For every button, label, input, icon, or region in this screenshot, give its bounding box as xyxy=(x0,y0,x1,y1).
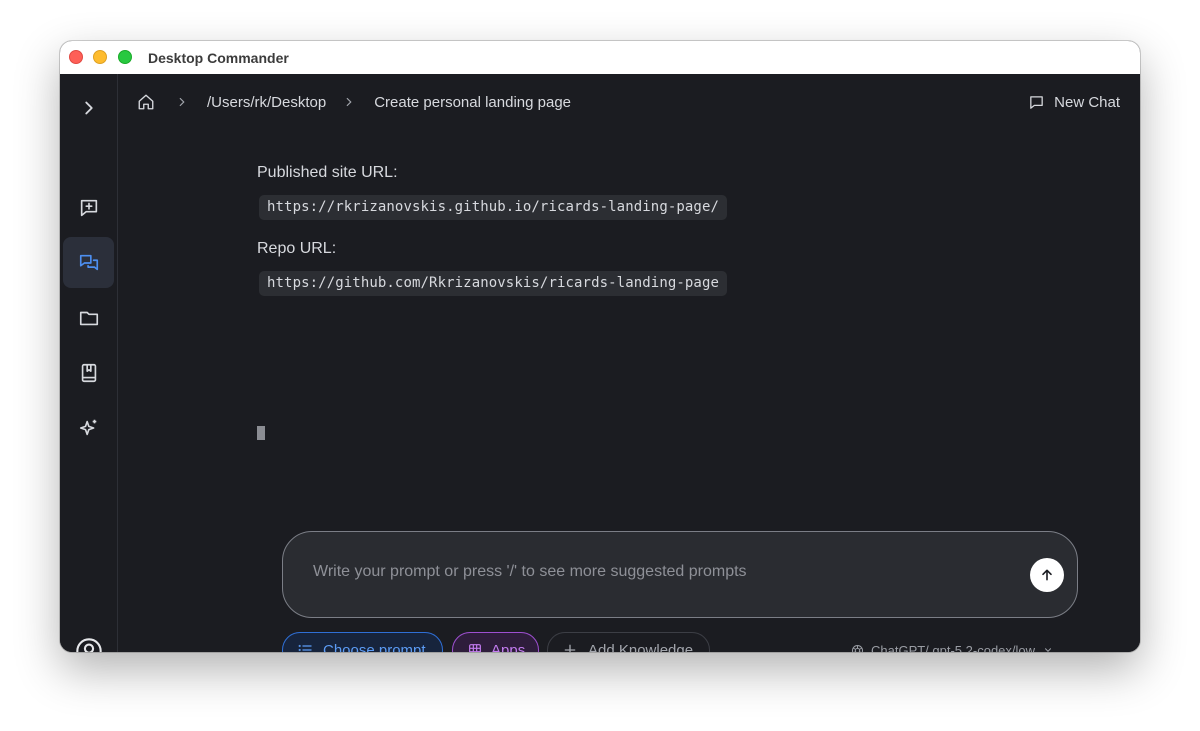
close-window-button[interactable] xyxy=(69,50,83,64)
chevron-right-icon xyxy=(179,97,185,107)
grid-icon xyxy=(469,644,481,652)
book-bookmark-icon xyxy=(81,363,96,382)
chevron-right-icon xyxy=(84,101,93,114)
window-title: Desktop Commander xyxy=(148,50,289,66)
new-chat-button[interactable]: New Chat xyxy=(1028,91,1120,113)
minimize-window-button[interactable] xyxy=(93,50,107,64)
folder-icon xyxy=(79,311,98,325)
chevron-down-icon xyxy=(1045,648,1052,652)
maximize-window-button[interactable] xyxy=(118,50,132,64)
add-knowledge-button[interactable]: Add Knowledge xyxy=(547,632,710,652)
breadcrumb-current: Create personal landing page xyxy=(374,93,572,111)
apps-label: Apps xyxy=(491,641,526,653)
sidebar-item-skills[interactable] xyxy=(63,402,114,453)
sidebar xyxy=(60,74,118,652)
prompt-composer[interactable] xyxy=(282,531,1078,618)
profile-button[interactable] xyxy=(63,625,114,652)
home-icon[interactable] xyxy=(137,93,155,111)
model-label: ChatGPT/ gpt-5.2-codex/low xyxy=(871,642,1036,653)
breadcrumb: /Users/rk/Desktop Create personal landin… xyxy=(137,91,571,113)
repo-url-code[interactable]: https://github.com/Rkrizanovskis/ricards… xyxy=(259,271,728,296)
user-circle-icon xyxy=(75,637,102,652)
plus-icon xyxy=(564,644,576,652)
list-icon xyxy=(298,644,312,652)
send-button[interactable] xyxy=(1030,558,1064,592)
arrow-up-icon xyxy=(1042,569,1052,581)
title-bar: Desktop Commander xyxy=(60,41,1140,74)
sidebar-item-new-chat[interactable] xyxy=(63,182,114,233)
assistant-message: Published site URL: https://rkrizanovski… xyxy=(257,162,857,440)
new-chat-label: New Chat xyxy=(1054,93,1120,111)
sidebar-item-files[interactable] xyxy=(63,292,114,343)
choose-prompt-button[interactable]: Choose prompt xyxy=(282,632,443,652)
message-icon xyxy=(1030,95,1043,109)
model-selector[interactable]: ChatGPT/ gpt-5.2-codex/low xyxy=(850,640,1053,652)
sparkles-icon xyxy=(79,419,96,435)
add-knowledge-label: Add Knowledge xyxy=(588,641,694,653)
published-url-label: Published site URL: xyxy=(257,164,398,181)
sidebar-item-chats[interactable] xyxy=(63,237,114,288)
chats-icon xyxy=(79,254,98,270)
sidebar-expand-button[interactable] xyxy=(63,82,114,133)
prompt-input[interactable] xyxy=(313,560,1013,584)
streaming-cursor xyxy=(257,426,265,440)
openai-icon xyxy=(852,644,863,652)
main-panel: /Users/rk/Desktop Create personal landin… xyxy=(119,74,1140,652)
chevron-right-icon xyxy=(346,97,352,107)
apps-button[interactable]: Apps xyxy=(452,632,539,652)
sidebar-item-library[interactable] xyxy=(63,347,114,398)
repo-url-label: Repo URL: xyxy=(257,240,337,257)
published-url-code[interactable]: https://rkrizanovskis.github.io/ricards-… xyxy=(259,195,728,220)
choose-prompt-label: Choose prompt xyxy=(323,641,426,653)
app-window: Desktop Commander /Users/rk/Desktop Crea… xyxy=(60,41,1140,652)
breadcrumb-path[interactable]: /Users/rk/Desktop xyxy=(207,94,326,111)
message-plus-icon xyxy=(80,199,97,216)
